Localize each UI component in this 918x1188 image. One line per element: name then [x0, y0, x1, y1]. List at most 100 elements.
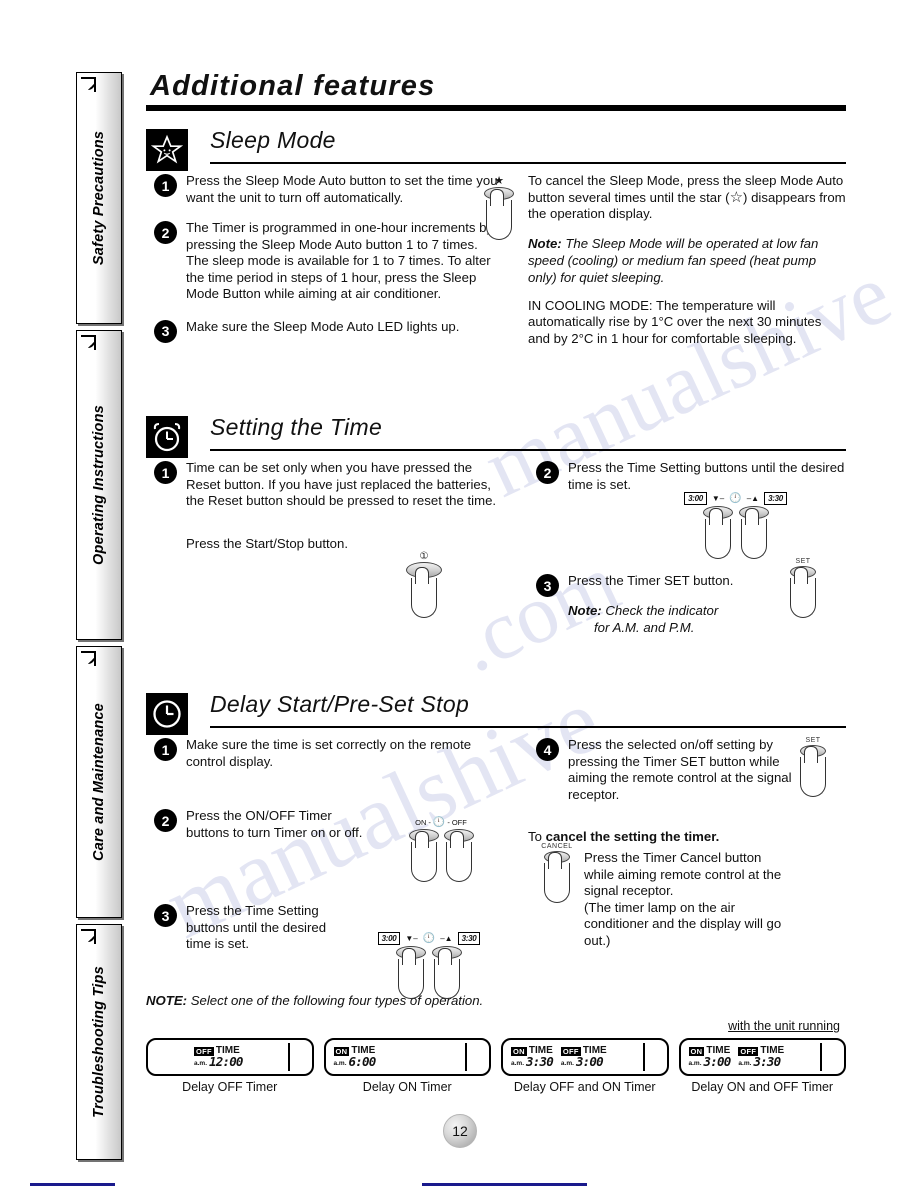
note-label: Note: — [568, 602, 602, 618]
sidebar-tab-label: Operating Instructions — [91, 405, 107, 565]
time-tag-left: 3:00 — [684, 492, 707, 505]
time-value: 6:00 — [348, 1054, 377, 1069]
heading-divider — [146, 105, 846, 111]
cooling-mode-text: IN COOLING MODE: The temperature will au… — [528, 297, 822, 346]
pointing-hand-icon — [398, 948, 424, 999]
timer-set-button-illustration: SET — [780, 558, 826, 618]
lcd-display: ON TIME a.m. 3:30 OFF TIME a.m. 3:00 — [501, 1038, 669, 1076]
step-number: 1 — [154, 738, 177, 761]
section-setting-the-time: Setting the Time 1 Time can be set only … — [146, 414, 846, 675]
time-tag-left: 3:00 — [377, 932, 401, 945]
sidebar-tab-care-and-maintenance[interactable]: Care and Maintenance — [76, 646, 122, 918]
time-value: 3:00 — [575, 1054, 604, 1069]
step-number: 3 — [154, 319, 177, 343]
sleep-mode-steps: 1 Press the Sleep Mode Auto button to se… — [146, 173, 504, 345]
note-text-line-1: Check the indicator — [605, 602, 719, 618]
time-tag-right: 3:30 — [457, 932, 481, 945]
pointing-hand-icon — [790, 567, 816, 618]
ampm-indicator: a.m. — [194, 1060, 208, 1067]
set-key-label: SET — [795, 558, 811, 565]
time-group: OFF TIME a.m. 3:00 — [560, 1046, 607, 1069]
step-text: Press the Sleep Mode Auto button to set … — [186, 173, 498, 205]
alarm-clock-icon — [146, 416, 188, 458]
clock-icon: 🕛 — [432, 817, 446, 828]
sidebar-tab-label: Safety Precautions — [91, 130, 107, 266]
sidebar-tab-troubleshooting-tips[interactable]: Troubleshooting Tips — [76, 924, 122, 1160]
clock-icon: 🕛 — [422, 933, 436, 944]
section-title: Setting the Time — [210, 414, 383, 440]
lcd-display: OFF TIME a.m. 12:00 — [146, 1038, 314, 1076]
cancel-timer-heading: To cancel the setting the timer. — [528, 829, 846, 844]
pointing-hand-icon — [445, 831, 472, 882]
step-number: 1 — [154, 461, 177, 484]
set-key-label: SET — [805, 737, 821, 744]
pointing-hand-icon — [704, 508, 731, 559]
time-setting-buttons-illustration: 3:00 ▼– 🕛 –▲ 3:30 — [633, 492, 838, 559]
pointing-hand-icon — [434, 948, 460, 999]
section-divider — [210, 162, 846, 164]
footer-rule-right — [422, 1183, 587, 1186]
step-item: 2 The Timer is programmed in one-hour in… — [146, 220, 504, 303]
step-item: 1 Press the Sleep Mode Auto button to se… — [146, 173, 504, 206]
time-setting-buttons-illustration-delay: 3:00 ▼– 🕛 –▲ 3:30 — [344, 932, 514, 999]
timer-example-1: OFF TIME a.m. 12:00 Delay OFF Timer — [146, 1038, 314, 1094]
step-number: 2 — [536, 461, 559, 484]
time-value: 3:30 — [526, 1054, 554, 1069]
cancel-timer-text: Press the Timer Cancel button while aimi… — [584, 850, 782, 948]
step-number: 1 — [154, 174, 177, 197]
lcd-divider — [820, 1043, 822, 1071]
section-header: Setting the Time — [146, 414, 846, 460]
lcd-divider — [642, 1043, 645, 1071]
step-text: Press the selected on/off setting by pre… — [568, 737, 792, 802]
sidebar-tab-safety-precautions[interactable]: Safety Precautions — [76, 72, 122, 324]
on-label: ON — [415, 818, 427, 827]
off-label: OFF — [451, 818, 467, 827]
with-unit-running-label: with the unit running — [728, 1019, 840, 1033]
ampm-indicator: a.m. — [738, 1060, 752, 1067]
cancel-key-label: CANCEL — [541, 843, 573, 850]
page-number: 12 — [443, 1114, 477, 1148]
status-badge: ON — [511, 1046, 527, 1056]
time-group: OFF TIME a.m. 12:00 — [194, 1046, 243, 1068]
page-content: Additional features Sleep Mode 1 Press t… — [146, 70, 846, 1008]
footer-note-label: NOTE: — [146, 993, 188, 1008]
note-text-line-2: for A.M. and P.M. — [594, 619, 695, 635]
lcd-divider — [465, 1043, 467, 1071]
step-number: 4 — [536, 738, 559, 761]
step-text: Time can be set only when you have press… — [186, 460, 497, 508]
delay-start-steps-left: 1 Make sure the time is set correctly on… — [146, 737, 504, 999]
section-divider — [210, 726, 846, 728]
sidebar-tab-label: Troubleshooting Tips — [91, 966, 107, 1118]
sidebar-tab-operating-instructions[interactable]: Operating Instructions — [76, 330, 122, 640]
setting-time-steps-left: 1 Time can be set only when you have pre… — [146, 460, 504, 618]
sleep-mode-button-illustration: ★ — [476, 176, 522, 240]
footer-rule-left — [30, 1183, 115, 1186]
bookmark-corner-icon — [81, 335, 96, 350]
pointing-hand-icon — [544, 852, 570, 903]
status-badge: ON — [688, 1046, 705, 1056]
step-text: Press the ON/OFF Timer buttons to turn T… — [186, 808, 363, 840]
page-title: Additional features — [150, 70, 436, 102]
pointing-hand-icon — [740, 508, 767, 559]
timer-example-2: ON TIME a.m. 6:00 Delay ON Timer — [323, 1038, 491, 1094]
start-stop-text: Press the Start/Stop button. — [186, 535, 349, 551]
bookmark-corner-icon — [81, 77, 96, 92]
step-text: Make sure the Sleep Mode Auto LED lights… — [186, 318, 460, 334]
section-header: Delay Start/Pre-Set Stop — [146, 691, 846, 737]
power-icon: ① — [419, 551, 429, 562]
down-arrow-icon: ▼– — [405, 934, 418, 943]
section-title: Delay Start/Pre-Set Stop — [210, 691, 470, 717]
time-value: 3:30 — [753, 1054, 781, 1069]
step-item: 1 Make sure the time is set correctly on… — [146, 737, 504, 770]
timer-set-button-illustration-delay: SET — [790, 737, 836, 797]
panel-caption: Delay ON Timer — [362, 1080, 452, 1094]
step-text: Make sure the time is set correctly on t… — [186, 737, 472, 769]
bookmark-corner-icon — [81, 651, 96, 666]
ampm-indicator: a.m. — [688, 1060, 702, 1067]
pointing-hand-icon — [486, 189, 512, 240]
step-item: 2 Press the Time Setting buttons until t… — [528, 460, 846, 493]
section-delay-start-preset-stop: Delay Start/Pre-Set Stop 1 Make sure the… — [146, 691, 846, 1008]
lcd-divider — [287, 1043, 290, 1071]
clock-icon: 🕛 — [729, 493, 742, 504]
panel-caption: Delay ON and OFF Timer — [691, 1080, 834, 1094]
